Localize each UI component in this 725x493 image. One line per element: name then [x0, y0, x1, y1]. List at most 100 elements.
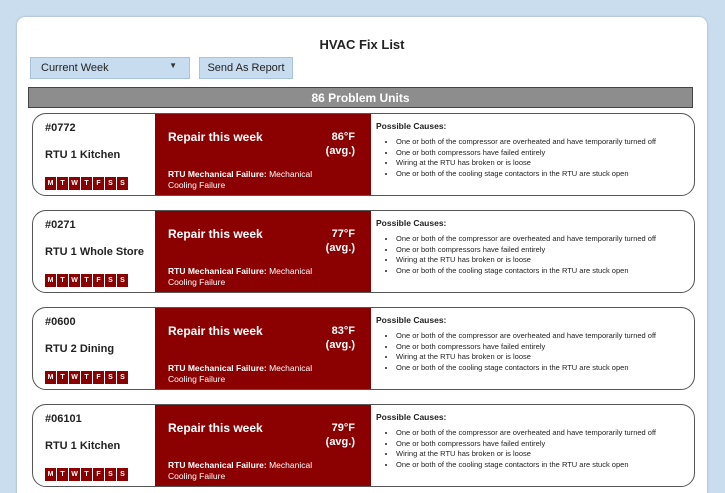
cause-item: One or both of the compressor are overhe…: [396, 428, 694, 439]
unit-card[interactable]: #0271 RTU 1 Whole Store MTWTFSS Repair t…: [32, 210, 695, 293]
day-badge: S: [105, 177, 116, 190]
unit-name: RTU 1 Whole Store: [45, 246, 145, 258]
day-badge: W: [69, 468, 80, 481]
cause-item: Wiring at the RTU has broken or is loose: [396, 158, 694, 169]
day-badge: F: [93, 371, 104, 384]
temperature-value: 83°F: [331, 325, 355, 337]
cause-item: One or both of the compressor are overhe…: [396, 331, 694, 342]
send-report-button[interactable]: Send As Report: [199, 57, 293, 79]
day-badge: T: [57, 177, 68, 190]
avg-label: (avg.): [325, 436, 355, 448]
cause-item: Wiring at the RTU has broken or is loose: [396, 352, 694, 363]
causes-list: One or both of the compressor are overhe…: [376, 137, 694, 180]
repair-label: Repair this week: [168, 421, 263, 435]
causes-list: One or both of the compressor are overhe…: [376, 234, 694, 277]
day-badge: T: [81, 177, 92, 190]
cause-item: One or both compressors have failed enti…: [396, 439, 694, 450]
unit-name: RTU 1 Kitchen: [45, 440, 121, 452]
day-badge: F: [93, 468, 104, 481]
day-badge: M: [45, 371, 56, 384]
causes-title: Possible Causes:: [376, 315, 447, 325]
day-badge: S: [105, 468, 116, 481]
failure-prefix: RTU Mechanical Failure:: [168, 363, 267, 373]
unit-id: #0600: [45, 316, 76, 328]
unit-info: #06101 RTU 1 Kitchen MTWTFSS: [33, 405, 155, 486]
chevron-down-icon: ▼: [169, 61, 177, 70]
possible-causes: Possible Causes: One or both of the comp…: [371, 405, 694, 486]
failure-prefix: RTU Mechanical Failure:: [168, 266, 267, 276]
causes-list: One or both of the compressor are overhe…: [376, 428, 694, 471]
avg-temperature: 79°F (avg.): [326, 421, 355, 449]
causes-title: Possible Causes:: [376, 412, 447, 422]
day-badge: T: [81, 274, 92, 287]
cause-item: One or both of the cooling stage contact…: [396, 266, 694, 277]
unit-info: #0772 RTU 1 Kitchen MTWTFSS: [33, 114, 155, 195]
failure-description: RTU Mechanical Failure: Mechanical Cooli…: [168, 460, 328, 482]
page-title: HVAC Fix List: [319, 37, 405, 52]
weekday-badges: MTWTFSS: [45, 274, 129, 287]
day-badge: M: [45, 177, 56, 190]
unit-card[interactable]: #0600 RTU 2 Dining MTWTFSS Repair this w…: [32, 307, 695, 390]
unit-card[interactable]: #06101 RTU 1 Kitchen MTWTFSS Repair this…: [32, 404, 695, 487]
unit-name: RTU 2 Dining: [45, 343, 115, 355]
avg-label: (avg.): [325, 145, 355, 157]
cause-item: One or both of the compressor are overhe…: [396, 137, 694, 148]
avg-temperature: 86°F (avg.): [326, 130, 355, 158]
possible-causes: Possible Causes: One or both of the comp…: [371, 114, 694, 195]
day-badge: F: [93, 274, 104, 287]
day-badge: T: [57, 468, 68, 481]
unit-card[interactable]: #0772 RTU 1 Kitchen MTWTFSS Repair this …: [32, 113, 695, 196]
failure-prefix: RTU Mechanical Failure:: [168, 169, 267, 179]
cause-item: One or both compressors have failed enti…: [396, 245, 694, 256]
cause-item: Wiring at the RTU has broken or is loose: [396, 449, 694, 460]
unit-info: #0600 RTU 2 Dining MTWTFSS: [33, 308, 155, 389]
unit-id: #0772: [45, 122, 76, 134]
repair-label: Repair this week: [168, 227, 263, 241]
day-badge: S: [105, 371, 116, 384]
day-badge: S: [117, 274, 128, 287]
temperature-value: 79°F: [331, 422, 355, 434]
day-badge: T: [57, 274, 68, 287]
cause-item: One or both compressors have failed enti…: [396, 342, 694, 353]
day-badge: W: [69, 177, 80, 190]
possible-causes: Possible Causes: One or both of the comp…: [371, 211, 694, 292]
repair-panel: Repair this week 86°F (avg.) RTU Mechani…: [155, 114, 371, 195]
repair-panel: Repair this week 77°F (avg.) RTU Mechani…: [155, 211, 371, 292]
cause-item: One or both compressors have failed enti…: [396, 148, 694, 159]
week-select[interactable]: Current Week ▼: [30, 57, 190, 79]
day-badge: S: [117, 468, 128, 481]
day-badge: M: [45, 468, 56, 481]
cause-item: One or both of the compressor are overhe…: [396, 234, 694, 245]
day-badge: S: [117, 177, 128, 190]
avg-temperature: 83°F (avg.): [326, 324, 355, 352]
day-badge: T: [81, 371, 92, 384]
cause-item: One or both of the cooling stage contact…: [396, 363, 694, 374]
day-badge: M: [45, 274, 56, 287]
causes-title: Possible Causes:: [376, 121, 447, 131]
day-badge: T: [57, 371, 68, 384]
weekday-badges: MTWTFSS: [45, 371, 129, 384]
cause-item: One or both of the cooling stage contact…: [396, 460, 694, 471]
unit-id: #0271: [45, 219, 76, 231]
avg-label: (avg.): [325, 339, 355, 351]
unit-name: RTU 1 Kitchen: [45, 149, 121, 161]
causes-list: One or both of the compressor are overhe…: [376, 331, 694, 374]
cause-item: One or both of the cooling stage contact…: [396, 169, 694, 180]
failure-prefix: RTU Mechanical Failure:: [168, 460, 267, 470]
avg-temperature: 77°F (avg.): [326, 227, 355, 255]
repair-label: Repair this week: [168, 130, 263, 144]
failure-description: RTU Mechanical Failure: Mechanical Cooli…: [168, 363, 328, 385]
day-badge: F: [93, 177, 104, 190]
weekday-badges: MTWTFSS: [45, 177, 129, 190]
failure-description: RTU Mechanical Failure: Mechanical Cooli…: [168, 266, 328, 288]
day-badge: S: [117, 371, 128, 384]
unit-id: #06101: [45, 413, 82, 425]
day-badge: W: [69, 274, 80, 287]
repair-label: Repair this week: [168, 324, 263, 338]
day-badge: S: [105, 274, 116, 287]
week-select-value: Current Week: [41, 62, 109, 74]
weekday-badges: MTWTFSS: [45, 468, 129, 481]
repair-panel: Repair this week 83°F (avg.) RTU Mechani…: [155, 308, 371, 389]
day-badge: T: [81, 468, 92, 481]
day-badge: W: [69, 371, 80, 384]
